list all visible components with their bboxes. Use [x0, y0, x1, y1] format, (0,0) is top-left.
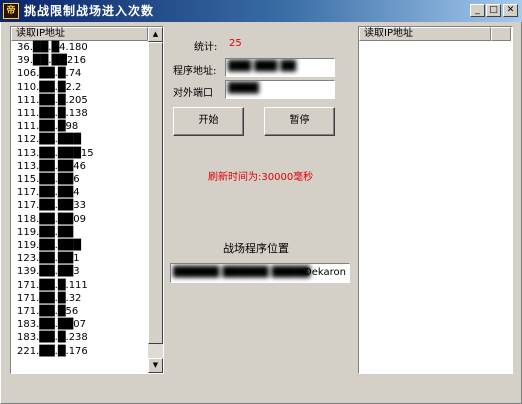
- list-item[interactable]: 171.██.█.32: [17, 292, 81, 305]
- list-item[interactable]: 171.██.█.111: [17, 279, 88, 292]
- vertical-scrollbar[interactable]: ▲ ▼: [148, 27, 163, 373]
- column-header-ip-right[interactable]: 读取IP地址: [359, 27, 491, 41]
- ip-list-left[interactable]: 读取IP地址 36.██.█4.180 39.██.██216 106.██.█.7…: [10, 26, 164, 374]
- external-port-value: ████: [228, 83, 259, 94]
- column-header-extra[interactable]: [491, 27, 511, 41]
- pause-button[interactable]: 暂停: [264, 107, 335, 136]
- ip-list-right[interactable]: 读取IP地址: [358, 26, 513, 374]
- minimize-button[interactable]: _: [470, 4, 485, 17]
- program-address-label: 程序地址:: [173, 66, 217, 77]
- maximize-button[interactable]: □: [486, 4, 501, 17]
- list-item[interactable]: 183.██.█.238: [17, 331, 88, 344]
- battlefield-path-suffix: Dekaron: [304, 267, 346, 278]
- list-item[interactable]: 119.██.██: [17, 226, 73, 239]
- list-item[interactable]: 119.██.███: [17, 239, 81, 252]
- list-item[interactable]: 117.██.██33: [17, 199, 86, 212]
- list-item[interactable]: 139.██.██3: [17, 265, 80, 278]
- battlefield-path-blurred: ██████ ██████ █████: [173, 267, 311, 278]
- list-item[interactable]: 183.██.██07: [17, 318, 86, 331]
- battlefield-location-label: 战场程序位置: [223, 242, 289, 255]
- scroll-thumb[interactable]: [148, 42, 163, 344]
- list-item[interactable]: 117.██.██4: [17, 186, 80, 199]
- start-button[interactable]: 开始: [173, 107, 244, 136]
- stats-label: 统计:: [194, 42, 218, 53]
- list-item[interactable]: 111.██.█.205: [17, 94, 88, 107]
- list-item[interactable]: 111.██.█.138: [17, 107, 88, 120]
- program-address-value: ███ ███ ██: [228, 61, 296, 72]
- list-item[interactable]: 221.██.█.176: [17, 345, 88, 358]
- list-item[interactable]: 110.██.█2.2: [17, 81, 81, 94]
- list-item[interactable]: 111.██.█98: [17, 120, 78, 133]
- app-icon: 帝: [3, 3, 19, 19]
- list-item[interactable]: 113.██.███15: [17, 147, 94, 160]
- list-item[interactable]: 113.██.██46: [17, 160, 86, 173]
- battlefield-path-input[interactable]: ██████ ██████ █████ Dekaron: [170, 263, 350, 283]
- column-header-ip[interactable]: 读取IP地址: [11, 27, 148, 41]
- list-item[interactable]: 36.██.█4.180: [17, 41, 88, 54]
- list-item[interactable]: 112.██.███: [17, 133, 81, 146]
- list-item[interactable]: 39.██.██216: [17, 54, 86, 67]
- scroll-down-icon[interactable]: ▼: [148, 358, 163, 373]
- list-item[interactable]: 118.██.██09: [17, 213, 86, 226]
- external-port-label: 对外端口: [173, 88, 213, 99]
- window-title: 挑战限制战场进入次数: [24, 4, 155, 18]
- list-item[interactable]: 106.██.█.74: [17, 67, 81, 80]
- scroll-up-icon[interactable]: ▲: [148, 27, 163, 42]
- program-address-input[interactable]: ███ ███ ██: [225, 58, 335, 77]
- refresh-interval-text: 刷新时间为:30000毫秒: [208, 172, 314, 183]
- list-item[interactable]: 115.██.██6: [17, 173, 80, 186]
- external-port-input[interactable]: ████: [225, 80, 335, 99]
- stats-value: 25: [229, 38, 242, 49]
- list-item[interactable]: 123.██.██1: [17, 252, 80, 265]
- close-button[interactable]: ✕: [503, 4, 518, 17]
- list-item[interactable]: 171.██.█56: [17, 305, 78, 318]
- title-bar: 帝 挑战限制战场进入次数 _ □ ✕: [0, 0, 522, 22]
